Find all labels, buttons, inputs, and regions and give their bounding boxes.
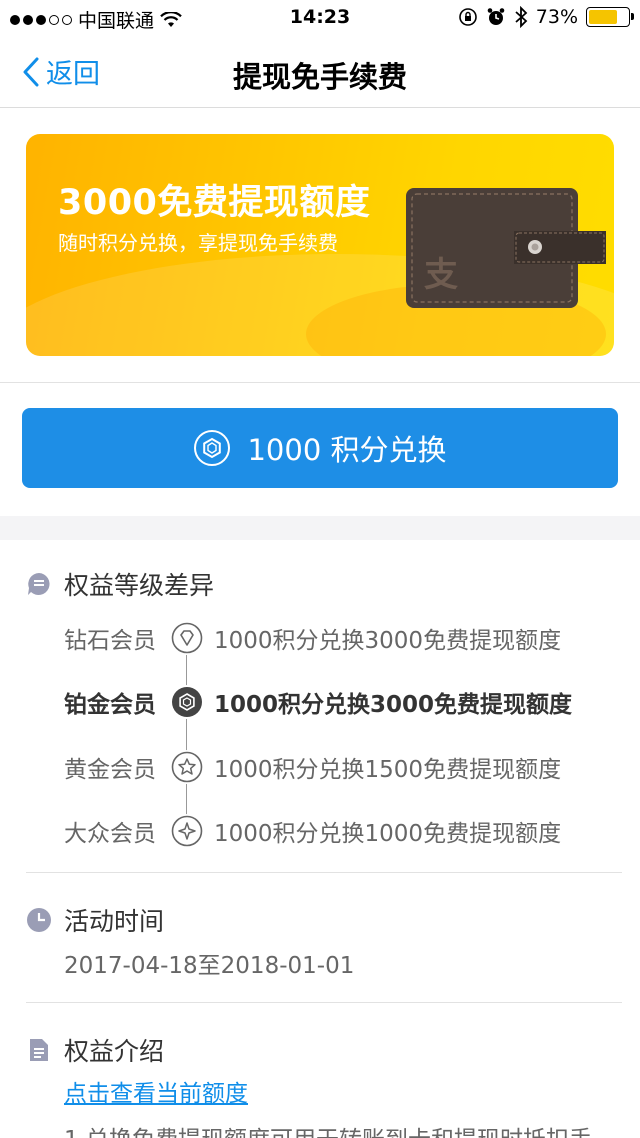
intro-text: 1.兑换免费提现额度可用于转账到卡和提现时抵扣手 xyxy=(64,1120,592,1138)
tier-name: 黄金会员 xyxy=(64,757,156,783)
wallet-icon: 支 xyxy=(406,188,606,308)
diamond-icon xyxy=(170,621,204,655)
tier-row-regular: 大众会员 1000积分兑换1000免费提现额度 xyxy=(64,811,624,851)
status-right: 73% xyxy=(458,6,634,28)
wallet-char: 支 xyxy=(424,255,458,295)
platinum-hexagon-icon xyxy=(170,685,204,719)
divider xyxy=(26,1002,622,1003)
time-section-heading: 活动时间 xyxy=(26,902,164,938)
banner-title: 3000免费提现额度 xyxy=(58,183,371,223)
section-separator xyxy=(0,516,640,540)
divider xyxy=(26,872,622,873)
banner-subtitle: 随时积分兑换，享提现免手续费 xyxy=(58,231,338,255)
hexagon-coin-icon xyxy=(194,430,231,466)
view-quota-link[interactable]: 点击查看当前额度 xyxy=(64,1074,248,1108)
exchange-button-label: 1000 积分兑换 xyxy=(247,433,447,467)
battery-percent: 73% xyxy=(535,6,578,28)
tier-description: 1000积分兑换3000免费提现额度 xyxy=(214,628,562,654)
intro-section-heading: 权益介绍 xyxy=(26,1032,164,1068)
tier-row-gold: 黄金会员 1000积分兑换1500免费提现额度 xyxy=(64,747,624,787)
nav-bar: 返回 提现免手续费 xyxy=(0,36,640,108)
clock-icon xyxy=(27,908,51,932)
tier-description: 1000积分兑换3000免费提现额度 xyxy=(214,692,573,718)
rotation-lock-icon xyxy=(458,8,477,26)
tier-row-platinum: 铂金会员 1000积分兑换3000免费提现额度 xyxy=(64,682,624,722)
intro-heading: 权益介绍 xyxy=(64,1037,165,1066)
star-icon xyxy=(170,750,204,784)
tier-description: 1000积分兑换1000免费提现额度 xyxy=(214,821,562,847)
status-bar: 中国联通 14:23 73% xyxy=(0,0,640,36)
divider xyxy=(0,382,640,383)
message-icon xyxy=(28,573,50,595)
exchange-button[interactable]: 1000 积分兑换 xyxy=(22,408,618,488)
promo-banner: 3000免费提现额度 随时积分兑换，享提现免手续费 支 xyxy=(26,134,614,356)
sparkle-icon xyxy=(170,814,204,848)
page-title: 提现免手续费 xyxy=(232,60,407,94)
tier-description: 1000积分兑换1500免费提现额度 xyxy=(214,757,562,783)
tier-connector-line xyxy=(186,650,187,830)
bluetooth-icon xyxy=(515,6,528,28)
tier-name: 大众会员 xyxy=(64,821,156,847)
activity-date-range: 2017-04-18至2018-01-01 xyxy=(64,953,355,979)
document-icon xyxy=(30,1039,48,1061)
tier-name: 铂金会员 xyxy=(64,692,156,718)
alarm-icon xyxy=(487,8,505,25)
tiers-section-heading: 权益等级差异 xyxy=(26,566,214,602)
battery-icon xyxy=(586,7,634,27)
time-heading: 活动时间 xyxy=(64,907,165,936)
tiers-heading: 权益等级差异 xyxy=(64,571,215,600)
tier-name: 钻石会员 xyxy=(64,628,156,654)
tier-row-diamond: 钻石会员 1000积分兑换3000免费提现额度 xyxy=(64,618,624,658)
